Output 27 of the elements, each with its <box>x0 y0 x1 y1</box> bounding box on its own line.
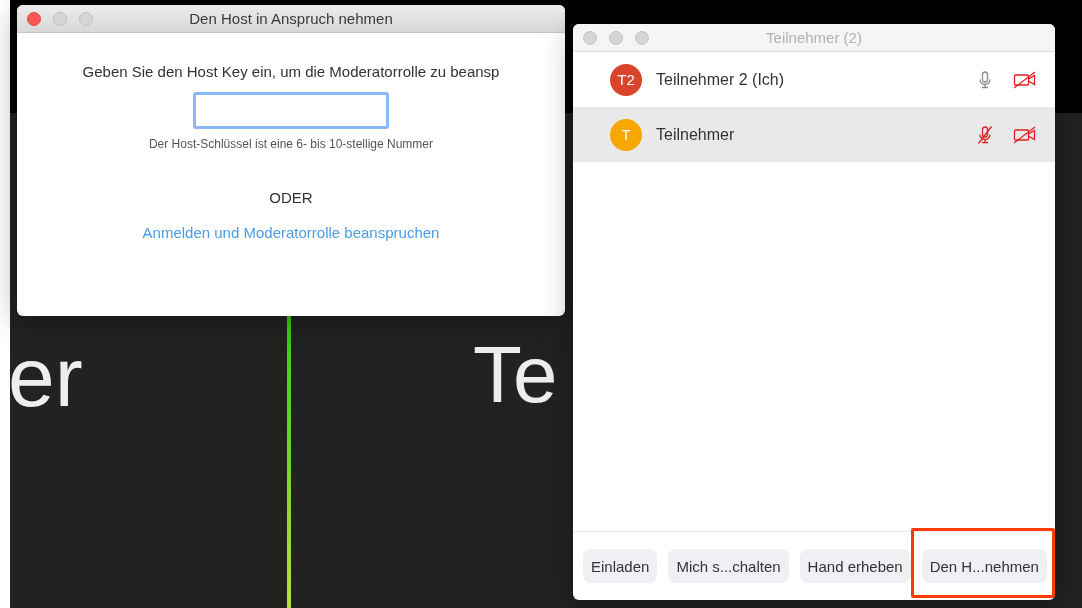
avatar: T <box>610 118 642 151</box>
close-button[interactable] <box>583 31 597 45</box>
host-key-field[interactable] <box>193 92 389 129</box>
minimize-button[interactable] <box>53 12 67 26</box>
participant-row[interactable]: T2 Teilnehmer 2 (Ich) <box>573 52 1055 107</box>
window-title: Teilnehmer (2) <box>766 29 862 46</box>
zoom-button[interactable] <box>79 12 93 26</box>
footer-button[interactable]: Hand erheben <box>799 549 911 583</box>
participant-name-label: er <box>10 335 83 419</box>
close-button[interactable] <box>27 12 41 26</box>
participant-name: Teilnehmer <box>656 125 736 144</box>
footer-button[interactable]: Den H...nehmen <box>921 549 1047 583</box>
footer-button[interactable]: Mich s...chalten <box>668 549 789 583</box>
video-off-icon[interactable] <box>1013 69 1037 90</box>
video-off-icon[interactable] <box>1013 124 1037 145</box>
hint-text: Der Host-Schlüssel ist eine 6- bis 10-stellige Nummer <box>148 137 434 151</box>
separator-text: ODER <box>269 189 313 206</box>
participant-row[interactable]: T Teilnehmer <box>573 107 1055 162</box>
zoom-button[interactable] <box>635 31 649 45</box>
prompt-text: Geben Sie den Host Key ein, um die Moderatorrolle zu beansp <box>82 63 500 80</box>
window-title: Den Host in Anspruch nehmen <box>189 10 393 27</box>
participant-name-label: Te <box>473 335 558 415</box>
participant-name: Teilnehmer 2 (Ich) <box>656 70 786 89</box>
avatar: T2 <box>610 63 642 96</box>
muted-microphone-icon[interactable] <box>975 124 995 145</box>
minimize-button[interactable] <box>609 31 623 45</box>
footer-button[interactable]: Einladen <box>583 549 658 583</box>
